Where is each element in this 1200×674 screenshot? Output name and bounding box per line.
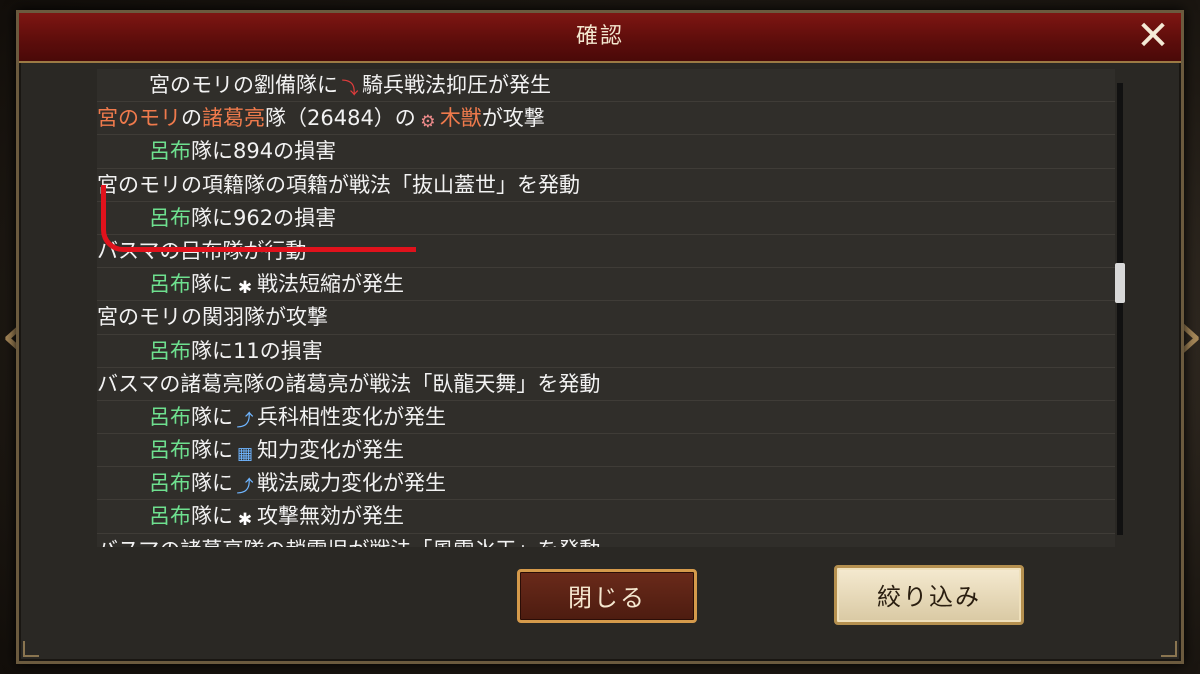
log-entry-content: バスマの諸葛亮隊の趙雲児が戦法「風雪氷天」を発動: [97, 534, 1115, 547]
highlight-name: 呂布: [149, 338, 191, 363]
log-text: バスマの諸葛亮隊の趙雲児が戦法「風雪氷天」を発動: [97, 538, 600, 547]
highlight-name: 呂布: [149, 504, 191, 529]
log-entry: 宮のモリの劉備隊に ⤵ 騎兵戦法抑圧が発生: [97, 69, 1115, 103]
log-text: 隊に: [191, 272, 233, 297]
log-entry-content: 呂布隊に ⤴ 兵科相性変化が発生: [97, 401, 1115, 433]
highlight-name: 木獣: [439, 106, 482, 131]
corner-ornament: [1161, 641, 1177, 657]
close-button[interactable]: 閉じる: [517, 569, 697, 623]
log-entry: 呂布隊に ▦ 知力変化が発生: [97, 434, 1115, 468]
log-entry: バスマの諸葛亮隊の諸葛亮が戦法「臥龍天舞」を発動: [97, 368, 1115, 401]
attack-nullify-icon: ✱: [237, 510, 253, 531]
log-entry-content: バスマの諸葛亮隊の諸葛亮が戦法「臥龍天舞」を発動: [97, 368, 1115, 400]
log-entry-content: 宮のモリの関羽隊が攻撃: [97, 301, 1115, 333]
log-text: 隊に894の損害: [191, 139, 337, 164]
log-text: 隊に: [191, 404, 233, 429]
log-entry-content: 呂布隊に ✱ 攻撃無効が発生: [97, 500, 1115, 532]
wooden-beast-icon: ⚙: [420, 112, 436, 133]
log-text: 兵科相性変化が発生: [257, 404, 446, 429]
corner-ornament: [23, 641, 39, 657]
log-entry: 呂布隊に11の損害: [97, 335, 1115, 368]
log-entry-content: 宮のモリの諸葛亮隊（26484）の ⚙ 木獣が攻撃: [97, 102, 1115, 134]
log-text: 騎兵戦法抑圧が発生: [362, 73, 551, 97]
log-entry-content: 呂布隊に ✱ 戦法短縮が発生: [97, 268, 1115, 300]
log-text: 宮のモリの劉備隊に: [149, 73, 338, 97]
log-entry: 呂布隊に ⤴ 戦法威力変化が発生: [97, 467, 1115, 501]
log-text: 隊に: [191, 471, 233, 496]
log-entry: 呂布隊に ⤴ 兵科相性変化が発生: [97, 401, 1115, 435]
highlight-name: 呂布: [149, 139, 191, 164]
log-text: が攻撃: [481, 106, 545, 131]
log-entry-content: 宮のモリの劉備隊に ⤵ 騎兵戦法抑圧が発生: [97, 69, 1115, 101]
unit-affinity-up-icon: ⤴: [236, 410, 254, 431]
intelligence-up-icon: ▦: [236, 444, 254, 465]
log-text: 知力変化が発生: [257, 438, 404, 463]
highlight-name: 呂布: [149, 404, 191, 429]
log-entry: 呂布隊に894の損害: [97, 135, 1115, 169]
log-entry: 呂布隊に ✱ 戦法短縮が発生: [97, 268, 1115, 302]
log-entry-content: 呂布隊に11の損害: [97, 335, 1115, 367]
scrollbar-thumb[interactable]: [1115, 263, 1125, 303]
log-text: 宮のモリの関羽隊が攻撃: [97, 305, 328, 330]
battle-log-list[interactable]: 宮のモリの劉備隊に ⤵ 騎兵戦法抑圧が発生 宮のモリの諸葛亮隊（26484）の ⚙ 木獣が…: [97, 69, 1115, 547]
log-entry: 呂布隊に ✱ 攻撃無効が発生: [97, 500, 1115, 534]
tactic-shorten-icon: ✱: [237, 278, 253, 299]
filter-button[interactable]: 絞り込み: [834, 565, 1024, 625]
tactic-power-up-icon: ⤴: [236, 477, 254, 498]
log-entry-content: 呂布隊に ⤴ 戦法威力変化が発生: [97, 467, 1115, 499]
dialog-title: 確認: [575, 24, 624, 49]
log-entry-content: 呂布隊に894の損害: [97, 135, 1115, 167]
highlight-name: 呂布: [149, 438, 191, 463]
log-entry: バスマの諸葛亮隊の趙雲児が戦法「風雪氷天」を発動: [97, 534, 1115, 547]
dialog-titlebar: 確認 ✕: [19, 13, 1181, 63]
highlight-name: 呂布: [149, 471, 191, 496]
log-text: 隊に: [191, 438, 233, 463]
log-text: 戦法短縮が発生: [257, 272, 404, 297]
red-annotation-mark: [101, 185, 416, 252]
log-scrollbar[interactable]: [1115, 83, 1125, 535]
log-text: バスマの諸葛亮隊の諸葛亮が戦法「臥龍天舞」を発動: [97, 371, 601, 396]
log-text: 隊（26484）の: [265, 106, 416, 131]
spiral-down-icon: ⤵: [341, 79, 359, 99]
log-entry: 宮のモリの諸葛亮隊（26484）の ⚙ 木獣が攻撃: [97, 102, 1115, 136]
log-text: 戦法威力変化が発生: [257, 471, 446, 496]
log-entry: 宮のモリの関羽隊が攻撃: [97, 301, 1115, 335]
confirm-dialog: 確認 ✕ 宮のモリの劉備隊に ⤵ 騎兵戦法抑圧が発生 宮のモリの諸葛亮隊（26484）…: [16, 10, 1184, 664]
log-text: 隊に11の損害: [191, 338, 323, 363]
log-text: の: [181, 106, 202, 131]
highlight-name: 諸葛亮: [202, 106, 265, 131]
highlight-name: 呂布: [149, 272, 191, 297]
log-text: 攻撃無効が発生: [257, 504, 404, 529]
log-entry-content: 呂布隊に ▦ 知力変化が発生: [97, 434, 1115, 466]
highlight-name: 宮のモリ: [97, 106, 181, 131]
close-icon[interactable]: ✕: [1135, 16, 1171, 56]
log-text: 隊に: [191, 504, 233, 529]
